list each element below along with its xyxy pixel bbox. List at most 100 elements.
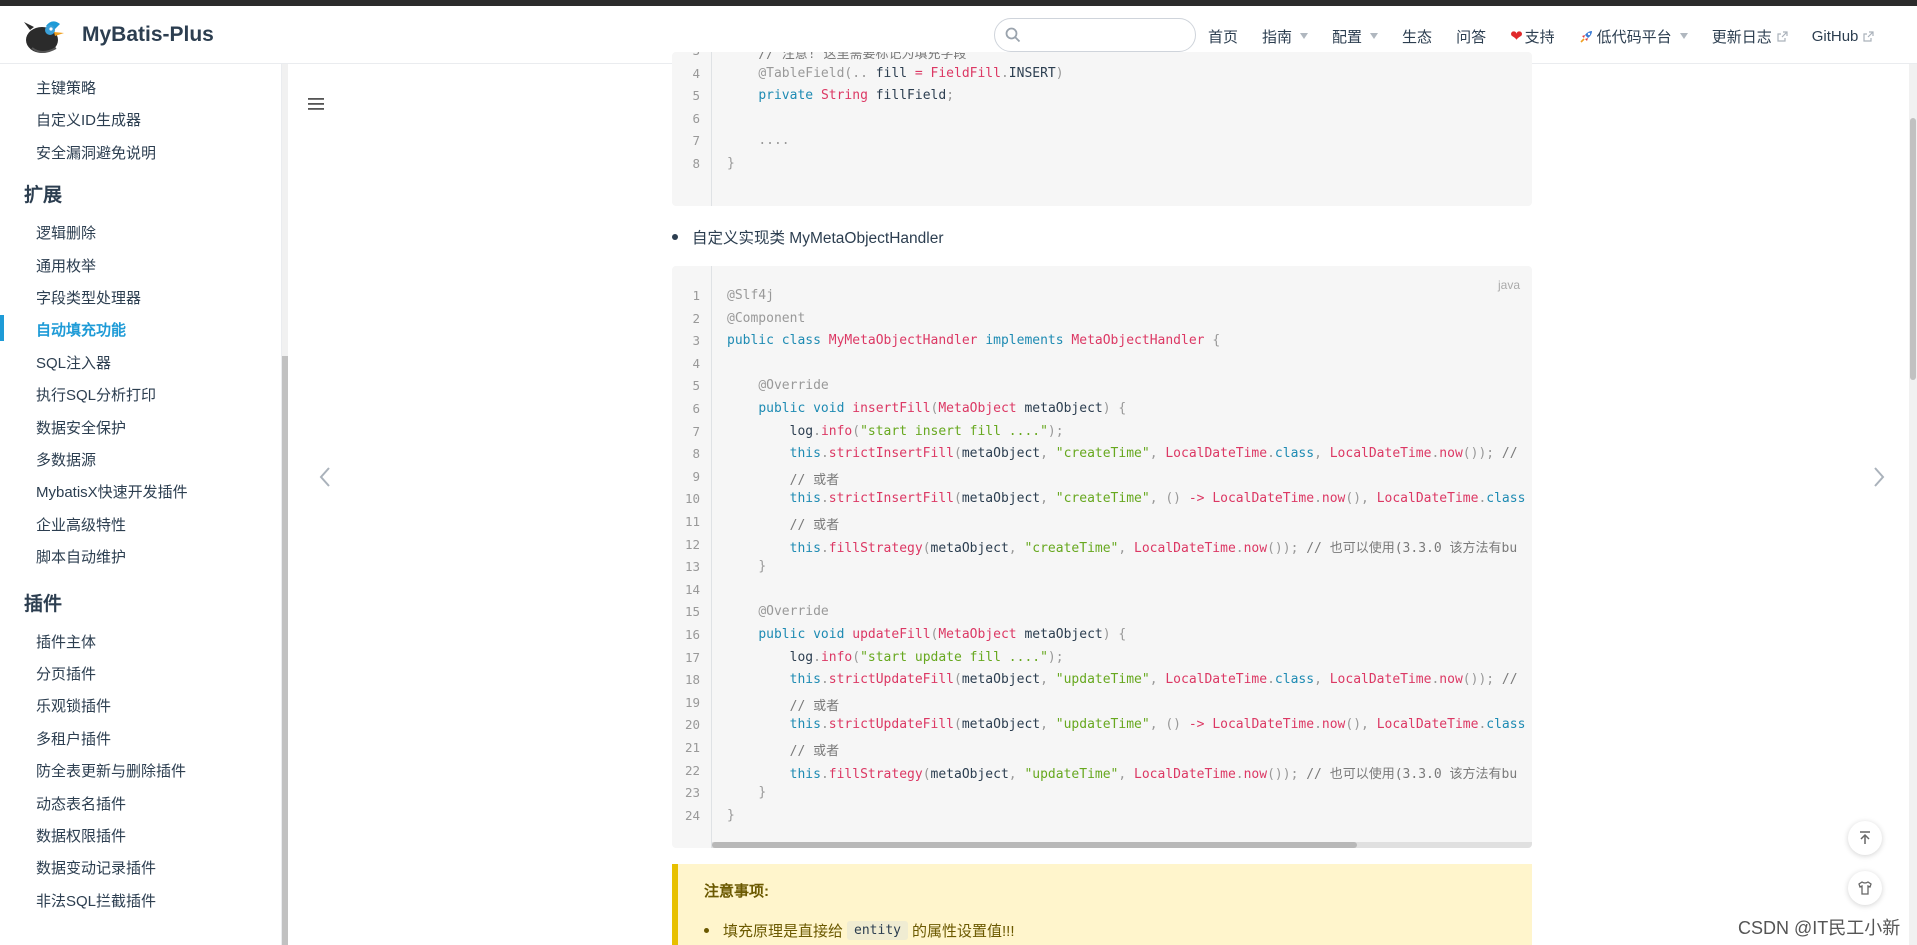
line-number: 14 [684,581,700,597]
sidebar-scrollbar-thumb[interactable] [282,356,288,945]
line-number: 3 [692,333,700,349]
line-number: 6 [692,401,700,416]
external-link-icon [1863,30,1874,42]
sidebar-item[interactable]: 字段类型处理器 [36,287,141,308]
line-number: 19 [684,694,700,710]
arrow-up-icon [1860,831,1870,844]
code-line: this.strictInsertFill(metaObject, "creat… [789,491,1526,507]
bullet-text: 自定义实现类 MyMetaObjectHandler [692,230,944,247]
line-number: 9 [692,468,700,484]
code-line: this.fillStrategy(metaObject, "updateTim… [789,766,1518,782]
nav-item-2[interactable]: 配置 [1332,26,1379,47]
sidebar-item[interactable]: 脚本自动维护 [36,546,126,567]
nav-item-label: 更新日志 [1711,28,1772,46]
code-line: log.info("start update fill ...."); [789,649,1064,665]
line-number: 20 [684,717,700,733]
site-name[interactable]: MyBatis-Plus [82,23,214,47]
shirt-icon [1858,881,1872,895]
line-number: 22 [684,762,700,778]
code-hscrollbar-thumb[interactable] [712,842,1357,848]
line-number: 21 [684,740,700,755]
search-icon [1005,27,1021,43]
code-line: this.strictUpdateFill(metaObject, "updat… [789,717,1526,733]
code-line: } [758,559,767,575]
sidebar-item[interactable]: 数据安全保护 [36,417,126,438]
code-line: @Component [727,310,806,326]
rocket-icon [1580,31,1592,43]
line-number: 7 [692,133,700,149]
theme-button[interactable] [1848,871,1882,905]
nav-item-label: 配置 [1332,28,1363,46]
back-to-top-button[interactable] [1848,821,1882,855]
nav-item-6[interactable]: 低代码平台 [1579,26,1688,47]
sidebar-item[interactable]: 数据变动记录插件 [36,857,156,878]
line-number: 12 [684,536,700,552]
line-number: 8 [692,446,700,462]
nav-item-label: 生态 [1402,28,1433,46]
tip-text-prefix: 填充原理是直接给 [723,923,844,940]
nav-item-3[interactable]: 生态 [1402,26,1432,47]
code-line: private String fillField; [758,88,955,104]
line-number: 11 [684,514,700,529]
mybatis-bird-logo-icon[interactable] [22,16,66,56]
sidebar-item[interactable]: 乐观锁插件 [36,695,111,716]
line-number: 8 [692,156,700,171]
line-number: 5 [692,88,700,104]
sidebar-item[interactable]: 主键策略 [36,77,96,98]
sidebar-item[interactable]: 安全漏洞避免说明 [36,142,156,163]
line-number: 16 [684,627,700,642]
code-block-handler: java 1 @Slf4j 2 @Component 3 public class MyM… [672,266,1532,848]
sidebar-item[interactable]: 执行SQL分析打印 [36,384,156,405]
line-number: 6 [692,110,700,126]
active-indicator [0,315,4,342]
code-line: log.info("start insert fill ...."); [789,423,1064,439]
heart-icon: ❤ [1510,28,1523,45]
code-line: this.strictInsertFill(metaObject, "creat… [789,446,1518,462]
tip-text-suffix: 的属性设置值!!! [911,923,1015,940]
code-line: public void updateFill(MetaObject metaOb… [758,627,1127,642]
sidebar-item[interactable]: 数据权限插件 [36,825,126,846]
sidebar-item[interactable]: 逻辑删除 [36,222,96,243]
nav-item-label: 问答 [1456,28,1487,46]
nav-item-0[interactable]: 首页 [1208,26,1238,47]
sidebar-item[interactable]: SQL注入器 [36,352,111,373]
sidebar-item[interactable]: 防全表更新与删除插件 [36,760,186,781]
sidebar-item[interactable]: 非法SQL拦截插件 [36,890,156,911]
nav-item-7[interactable]: 更新日志 [1712,26,1788,47]
nav-item-1[interactable]: 指南 [1262,26,1309,47]
tip-title: 注意事项: [704,883,769,900]
sidebar-item[interactable]: 插件主体 [36,631,96,652]
sidebar-item[interactable]: 动态表名插件 [36,793,126,814]
sidebar-item[interactable]: 企业高级特性 [36,514,126,535]
bullet-dot [672,234,678,240]
nav-item-8[interactable]: GitHub [1812,28,1875,45]
code-line: } [758,785,767,801]
sidebar-item[interactable]: 分页插件 [36,663,96,684]
sidebar-item[interactable]: MybatisX快速开发插件 [36,481,188,502]
page-scrollbar-thumb[interactable] [1910,118,1916,380]
sidebar-item[interactable]: 多数据源 [36,449,96,470]
nav-item-4[interactable]: 问答 [1456,26,1486,47]
code-line: @Slf4j [727,288,774,303]
nav-item-label: 首页 [1208,28,1239,46]
sidebar-item[interactable]: 通用枚举 [36,255,96,276]
sidebar: 主键策略 自定义ID生成器 安全漏洞避免说明 扩展 逻辑删除 通用枚举 字段类型处理器 自动填… [0,64,282,945]
next-page-arrow-icon[interactable] [1872,466,1886,488]
sidebar-item-active[interactable]: 自动填充功能 [36,319,126,340]
search-input[interactable] [1029,24,1189,46]
code-line: @TableField(.. fill = FieldFill.INSERT) [758,65,1064,81]
code-line: } [727,156,735,171]
inline-code: entity [847,921,908,940]
line-number: 3 [672,52,700,58]
search-box[interactable] [994,18,1196,52]
code-gutter [672,266,712,848]
chevron-down-icon [1300,33,1309,39]
nav-item-5[interactable]: ❤ 支持 [1510,26,1555,47]
line-number: 13 [684,559,700,575]
menu-toggle-icon[interactable] [308,97,324,111]
nav-item-label: 低代码平台 [1596,28,1672,46]
prev-page-arrow-icon[interactable] [318,466,332,488]
sidebar-item[interactable]: 自定义ID生成器 [36,109,141,130]
warning-tip-box: 注意事项: 填充原理是直接给 entity 的属性设置值!!! [672,864,1532,945]
sidebar-item[interactable]: 多租户插件 [36,728,111,749]
